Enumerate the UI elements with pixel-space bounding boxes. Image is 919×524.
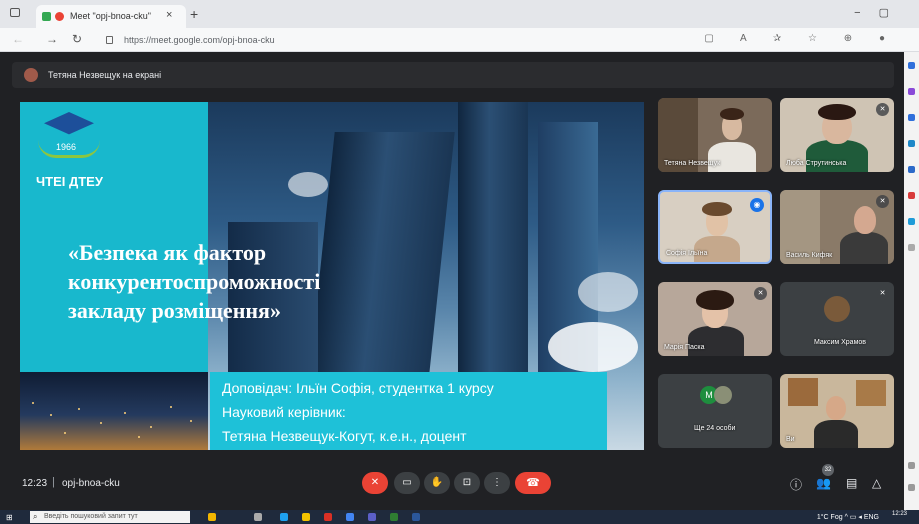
participant-tile[interactable]: ✕ Марія Паска [658,282,772,356]
mic-off-button[interactable]: ✕ [362,472,388,494]
participant-name: Люба Струтинська [786,160,847,167]
window-controls[interactable]: −▢ [854,6,907,19]
participant-tile[interactable]: Тетяна Незвещук [658,98,772,172]
participant-tile-active[interactable]: ◉ Софія Ільїна [658,190,772,264]
present-button[interactable]: ⊡ [454,472,480,494]
participant-name: Софія Ільїна [666,250,708,257]
search-icon[interactable] [908,62,915,69]
chat-icon[interactable]: ▤ [846,476,857,490]
tools-icon[interactable] [908,114,915,121]
participant-name: Тетяна Незвещук [664,160,721,167]
recording-dot-icon [55,12,64,21]
meeting-code: opj-bnoa-cku [62,478,120,489]
tab-close-icon[interactable]: × [166,9,172,21]
edge-icon[interactable] [280,513,288,521]
slide-teal-panel: 1966 ЧТЕІ ДТЕУ [20,102,208,372]
store-icon[interactable] [390,513,398,521]
people-count-badge: 32 [822,464,834,476]
presenter-avatar [24,68,38,82]
back-icon[interactable]: ← [12,32,24,46]
participant-tile[interactable]: ✕ Люба Струтинська [780,98,894,172]
slide-info-box: Доповідач: Ільїн Софія, студентка 1 курс… [210,372,607,450]
mic-off-icon: ✕ [876,195,889,208]
chrome-icon[interactable] [346,513,354,521]
activities-icon[interactable]: △ [872,476,881,490]
taskbar-search[interactable]: ⌕ Введіть пошуковий запит тут [30,511,190,523]
night-city-photo [20,372,208,450]
taskbar-clock[interactable]: 12:23 [892,511,907,517]
advisor-label: Науковий керівник: [222,404,346,420]
presenting-banner: Тетяна Незвещук на екрані [12,62,894,88]
slide-title: «Безпека як фактор конкурентоспроможност… [68,240,321,323]
opera-icon[interactable] [324,513,332,521]
more-participants-label: Ще 24 особи [694,425,736,432]
explorer-icon[interactable] [302,513,310,521]
settings-icon[interactable] [908,462,915,469]
games-icon[interactable] [908,140,915,147]
browser-tab[interactable]: Meet "opj-bnoa-cku" × [36,5,186,28]
reload-icon[interactable]: ↻ [72,32,82,46]
office-icon[interactable] [908,166,915,173]
logo-text: ЧТЕІ ДТЕУ [36,174,103,189]
people-icon[interactable]: 👥 [816,476,831,490]
task-view-icon[interactable] [254,513,262,521]
address-bar: ← → ↻ https://meet.google.com/opj-bnoa-c… [0,28,919,52]
camera-button[interactable]: ▭ [394,472,420,494]
mic-off-icon: ✕ [876,287,889,300]
browser-sidebar [904,52,919,510]
participant-avatar [824,296,850,322]
address-bar-actions[interactable]: ▢ A ✰ ☆ ⊕ ● [704,33,897,44]
lock-icon [106,36,113,44]
search-icon: ⌕ [33,512,38,521]
participant-name: Максим Храмов [814,339,866,346]
url-field[interactable]: https://meet.google.com/opj-bnoa-cku [124,35,275,45]
tab-actions-icon[interactable] [10,8,20,17]
outlook-icon[interactable] [908,192,915,199]
windows-start-icon[interactable]: ⊞ [6,513,13,522]
more-participants-tile[interactable]: М Ще 24 особи [658,374,772,448]
sidebar-toggle-icon[interactable] [908,484,915,491]
participant-tile[interactable]: ✕ Максим Храмов [780,282,894,356]
presenting-text: Тетяна Незвещук на екрані [48,70,162,80]
tab-title: Meet "opj-bnoa-cku" [70,11,151,21]
info-icon[interactable]: ⓘ [790,476,802,493]
mic-off-icon: ✕ [754,287,767,300]
shopping-icon[interactable] [908,88,915,95]
telegram-icon[interactable] [908,218,915,225]
browser-tab-bar: Meet "opj-bnoa-cku" × + −▢ [0,0,919,28]
self-tile[interactable]: Ви [780,374,894,448]
forward-icon[interactable]: → [46,32,58,46]
participant-name: Василь Кифяк [786,252,833,259]
new-tab-icon[interactable]: + [190,6,198,22]
word-icon[interactable] [412,513,420,521]
shared-slide: 1966 ЧТЕІ ДТЕУ «Безпека як фактор конкур… [20,102,644,450]
speaking-indicator-icon: ◉ [750,198,764,212]
raise-hand-button[interactable]: ✋ [424,472,450,494]
university-logo: 1966 [34,112,104,168]
meet-favicon-icon [42,12,51,21]
end-call-button[interactable]: ☎ [515,472,551,494]
participant-name: Марія Паска [664,344,705,351]
advisor-name: Тетяна Незвещук-Когут, к.е.н., доцент [222,428,467,444]
weather-widget-icon[interactable] [208,513,216,521]
meet-window: Тетяна Незвещук на екрані 1966 ЧТЕІ ДТЕУ [0,52,904,510]
participant-avatar [714,386,732,404]
windows-taskbar: ⊞ ⌕ Введіть пошуковий запит тут 1°C Fog … [0,510,919,524]
taskbar-search-placeholder: Введіть пошуковий запит тут [44,513,138,520]
add-icon[interactable] [908,244,915,251]
more-options-button[interactable]: ⋮ [484,472,510,494]
meeting-time: 12:23 [22,478,48,489]
mic-off-icon: ✕ [876,103,889,116]
teams-icon[interactable] [368,513,376,521]
speaker-line: Доповідач: Ільїн Софія, студентка 1 курс… [222,380,494,396]
participant-name: Ви [786,436,795,443]
participant-tile[interactable]: ✕ Василь Кифяк [780,190,894,264]
system-tray[interactable]: 1°C Fog ^ ▭ ◂ ENG [817,513,879,521]
